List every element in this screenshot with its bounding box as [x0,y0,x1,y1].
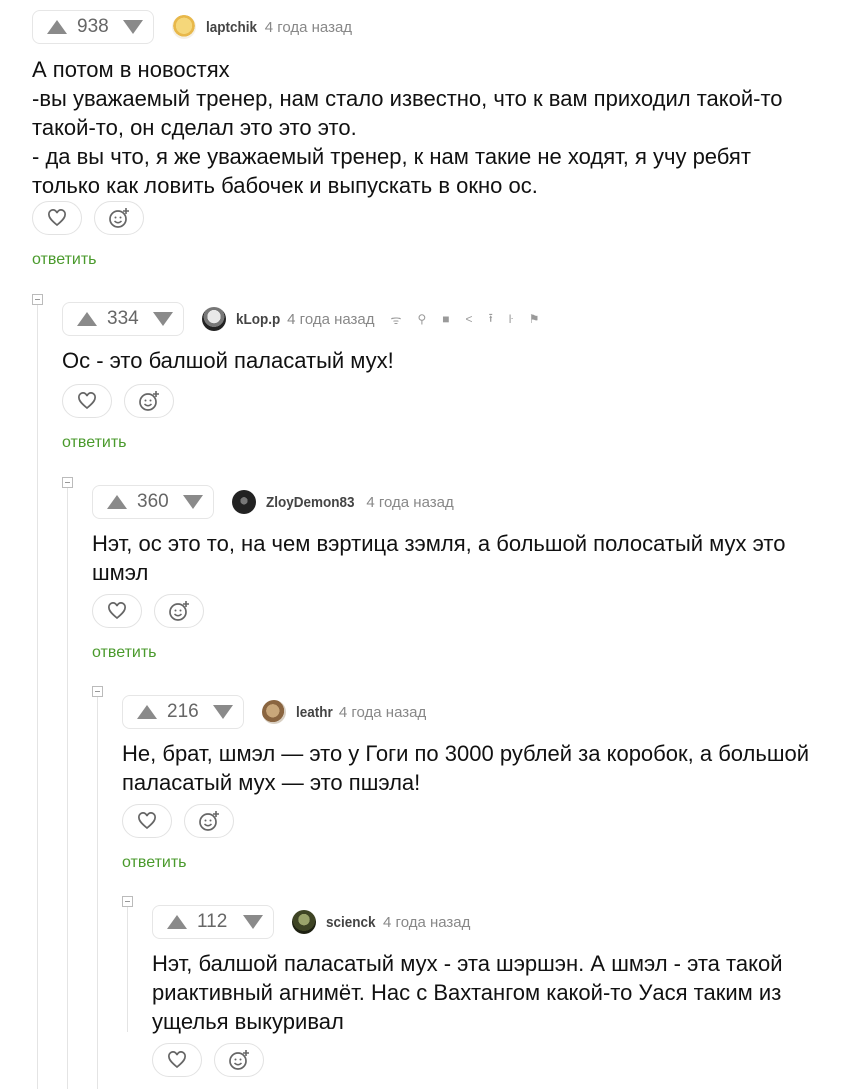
emoji-add-icon [229,1050,249,1070]
parent-comment-icon[interactable]: ⭱ [489,309,493,330]
branch-line [37,300,38,1089]
comment-header: 360 ZloyDemon83 4 года назад [92,483,454,521]
emoji-add-icon [109,208,129,228]
vote-widget: 216 [122,695,244,729]
downvote-icon[interactable] [243,915,263,929]
react-button[interactable] [94,201,144,235]
downvote-icon[interactable] [153,312,173,326]
upvote-icon[interactable] [47,20,67,34]
link-icon[interactable]: ⚲ [418,312,427,326]
comment-actions [32,201,144,235]
comment-tools: ᯤ ⚲ ■ < ⭱ ŀ ⚑ [391,309,540,330]
comment-header: 216 leathr 4 года назад [122,693,426,731]
timestamp[interactable]: 4 года назад [339,704,426,721]
comment: 360 ZloyDemon83 4 года назад Нэт, ос это… [92,483,842,673]
timestamp[interactable]: 4 года назад [287,311,374,328]
avatar[interactable] [292,910,316,934]
timestamp[interactable]: 4 года назад [366,494,453,511]
vote-count: 938 [77,16,109,37]
vote-widget: 112 [152,905,274,939]
author-name[interactable]: scienck [326,914,376,931]
comment-actions [92,594,204,628]
like-button[interactable] [62,384,112,418]
pin-icon[interactable]: ŀ [509,312,513,326]
comment: 938 laptchik 4 года назад А потом в ново… [32,8,832,278]
author-name[interactable]: laptchik [206,19,257,36]
comment-header: 112 scienck 4 года назад [152,903,470,941]
like-button[interactable] [92,594,142,628]
branch-line [127,902,128,1032]
emoji-add-icon [199,811,219,831]
vote-widget: 360 [92,485,214,519]
vote-widget: 334 [62,302,184,336]
comment-header: 938 laptchik 4 года назад [32,8,352,46]
reply-link[interactable]: ответить [122,854,187,872]
reply-link[interactable]: ответить [32,251,97,269]
heart-icon [108,602,126,620]
like-button[interactable] [122,804,172,838]
timestamp[interactable]: 4 года назад [383,914,470,931]
comment: 112 scienck 4 года назад Нэт, балшой пал… [152,903,852,1083]
comment-text: А потом в новостях -вы уважаемый тренер,… [32,57,783,198]
author-name[interactable]: leathr [296,704,333,721]
collapse-branch-icon[interactable] [122,896,133,907]
avatar[interactable] [172,15,196,39]
share-icon[interactable]: < [466,312,473,326]
comment-header: 334 kLop.p 4 года назад ᯤ ⚲ ■ < ⭱ ŀ ⚑ [62,300,540,338]
downvote-icon[interactable] [213,705,233,719]
like-button[interactable] [32,201,82,235]
like-button[interactable] [152,1043,202,1077]
collapse-branch-icon[interactable] [32,294,43,305]
comment: 216 leathr 4 года назад Не, брат, шмэл —… [122,693,842,883]
upvote-icon[interactable] [167,915,187,929]
comment-actions [152,1043,264,1077]
comment-text: Нэт, балшой паласатый мух - эта шэршэн. … [152,951,783,1034]
comment-text: Нэт, ос это то, на чем вэртица зэмля, а … [92,531,786,585]
heart-icon [78,392,96,410]
author-name[interactable]: ZloyDemon83 [266,494,355,511]
vote-count: 216 [167,701,199,722]
branch-line [67,488,68,1089]
collapse-branch-icon[interactable] [92,686,103,697]
downvote-icon[interactable] [123,20,143,34]
avatar[interactable] [232,490,256,514]
heart-icon [138,812,156,830]
flag-icon[interactable]: ⚑ [529,312,540,326]
react-button[interactable] [124,384,174,418]
comment-actions [62,384,174,418]
reply-link[interactable]: ответить [62,434,127,452]
emoji-add-icon [169,601,189,621]
collapse-branch-icon[interactable] [62,477,73,488]
author-name[interactable]: kLop.p [236,311,280,328]
vote-count: 112 [197,911,228,932]
react-button[interactable] [184,804,234,838]
avatar[interactable] [202,307,226,331]
downvote-icon[interactable] [183,495,203,509]
react-button[interactable] [154,594,204,628]
heart-icon [48,209,66,227]
vote-count: 360 [137,491,169,512]
upvote-icon[interactable] [77,312,97,326]
timestamp[interactable]: 4 года назад [265,19,352,36]
comment-text: Не, брат, шмэл — это у Гоги по 3000 рубл… [122,741,810,795]
reply-link[interactable]: ответить [92,644,157,662]
save-icon[interactable]: ■ [442,312,449,326]
react-button[interactable] [214,1043,264,1077]
avatar[interactable] [262,700,286,724]
heart-icon [168,1051,186,1069]
branch-line [97,692,98,1089]
comment-text: Ос - это балшой паласатый мух! [62,348,394,373]
emoji-add-icon [139,391,159,411]
comment: 334 kLop.p 4 года назад ᯤ ⚲ ■ < ⭱ ŀ ⚑ Ос… [62,300,842,460]
upvote-icon[interactable] [137,705,157,719]
comment-actions [122,804,234,838]
upvote-icon[interactable] [107,495,127,509]
vote-count: 334 [107,308,139,329]
rss-icon[interactable]: ᯤ [391,311,402,328]
vote-widget: 938 [32,10,154,44]
